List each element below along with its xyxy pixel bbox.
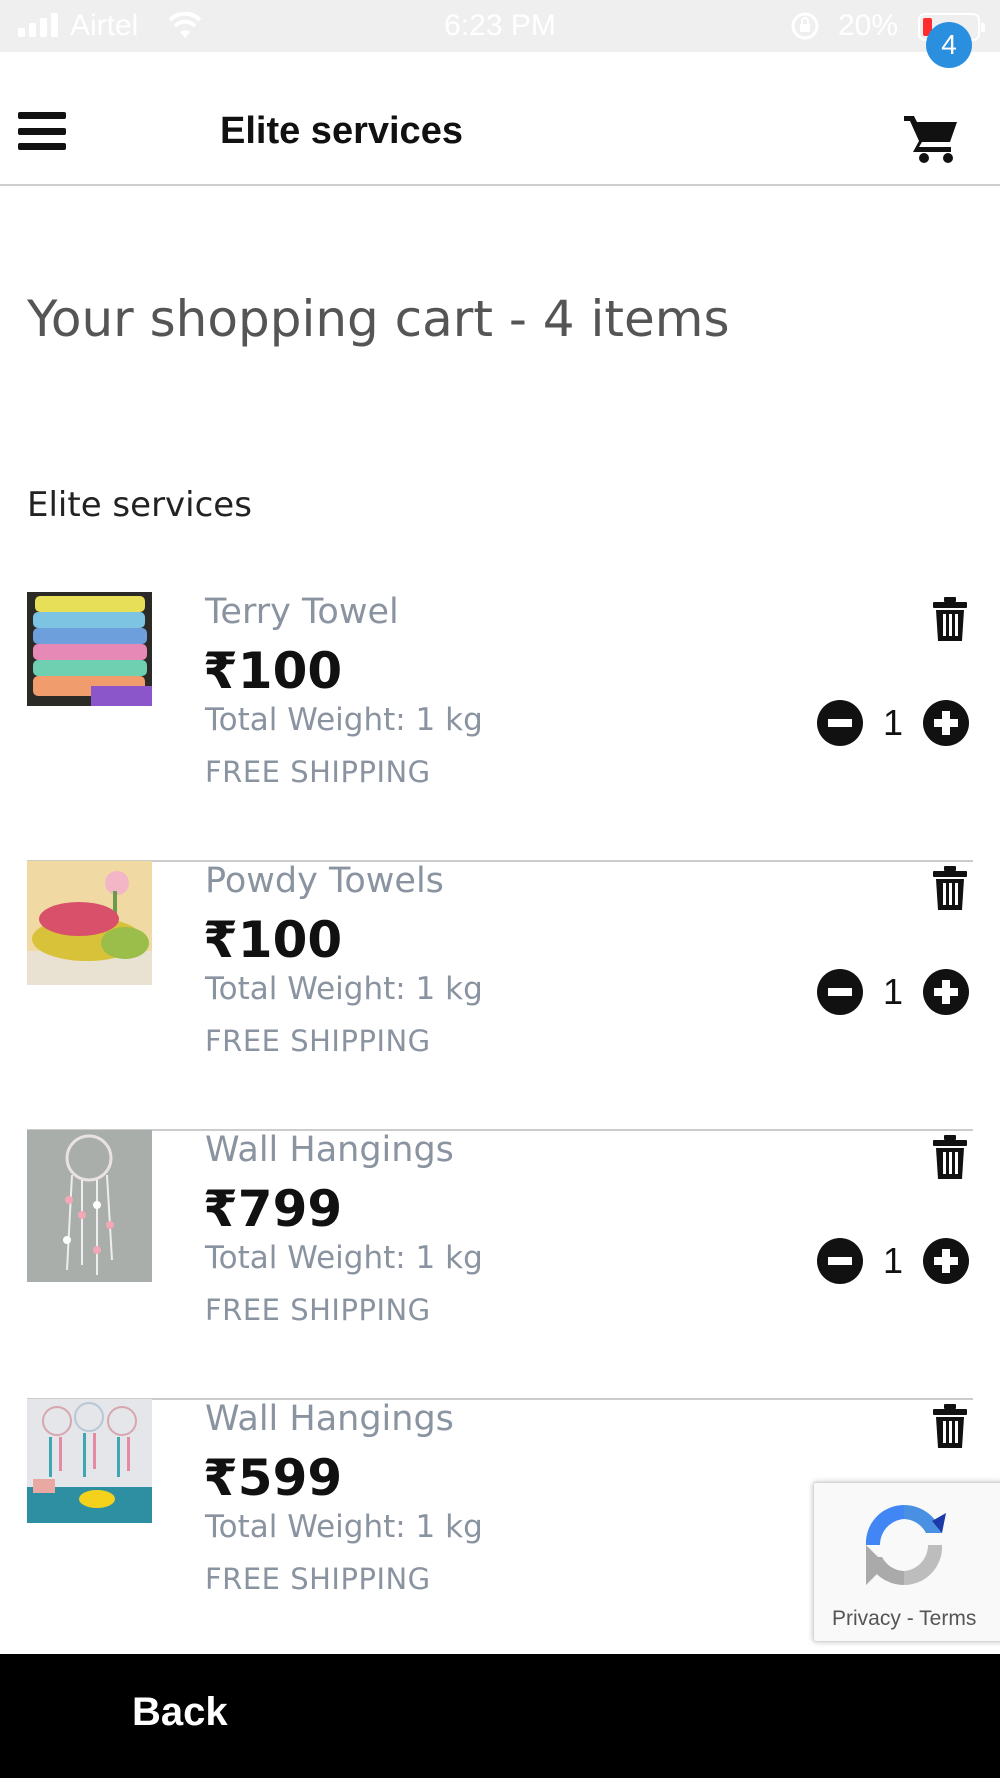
cart-page: Airtel 6:23 PM 20% Elite services 4 Your: [0, 0, 1000, 1778]
product-name[interactable]: Powdy Towels: [205, 861, 444, 901]
rotation-lock-icon: [791, 12, 819, 40]
status-bar: Airtel 6:23 PM 20%: [0, 0, 1000, 52]
store-name: Elite services: [27, 485, 252, 525]
product-price: ₹100: [203, 642, 343, 700]
shipping-label: FREE SHIPPING: [205, 1562, 431, 1596]
product-weight: Total Weight: 1 kg: [205, 702, 483, 738]
trash-icon[interactable]: [932, 597, 968, 643]
quantity-stepper: 1: [817, 698, 977, 748]
cart-heading: Your shopping cart - 4 items: [27, 290, 730, 348]
recaptcha-badge[interactable]: Privacy - Terms: [813, 1482, 1000, 1642]
product-weight: Total Weight: 1 kg: [205, 1509, 483, 1545]
product-image[interactable]: [27, 1399, 152, 1523]
bottom-bar: Back: [0, 1654, 1000, 1778]
quantity-value: 1: [882, 1240, 904, 1281]
shipping-label: FREE SHIPPING: [205, 1024, 431, 1058]
cart-count-badge[interactable]: 4: [926, 22, 972, 68]
minus-circle-icon[interactable]: [817, 969, 863, 1015]
product-price: ₹799: [203, 1180, 343, 1238]
link-separator: -: [900, 1607, 920, 1630]
trash-icon[interactable]: [932, 1404, 968, 1450]
product-weight: Total Weight: 1 kg: [205, 971, 483, 1007]
trash-icon[interactable]: [932, 866, 968, 912]
quantity-value: 1: [882, 702, 904, 743]
shipping-label: FREE SHIPPING: [205, 1293, 431, 1327]
hamburger-icon[interactable]: [18, 112, 66, 150]
product-image[interactable]: [27, 592, 152, 706]
shopping-cart-icon[interactable]: [902, 108, 962, 168]
product-name[interactable]: Wall Hangings: [205, 1399, 454, 1439]
product-weight: Total Weight: 1 kg: [205, 1240, 483, 1276]
product-price: ₹100: [203, 911, 343, 969]
trash-icon[interactable]: [932, 1135, 968, 1181]
page-title: Elite services: [220, 110, 463, 152]
terms-link[interactable]: Terms: [919, 1607, 976, 1630]
product-name[interactable]: Wall Hangings: [205, 1130, 454, 1170]
cart-item: Terry Towel ₹100 Total Weight: 1 kg FREE…: [27, 592, 973, 862]
plus-circle-icon[interactable]: [923, 700, 969, 746]
minus-circle-icon[interactable]: [817, 1238, 863, 1284]
app-header: Elite services: [0, 52, 1000, 186]
minus-circle-icon[interactable]: [817, 700, 863, 746]
product-image[interactable]: [27, 861, 152, 985]
plus-circle-icon[interactable]: [923, 969, 969, 1015]
quantity-stepper: 1: [817, 1236, 977, 1286]
product-name[interactable]: Terry Towel: [205, 592, 399, 632]
battery-percent: 20%: [838, 9, 899, 42]
quantity-value: 1: [882, 971, 904, 1012]
privacy-link[interactable]: Privacy: [832, 1607, 901, 1630]
product-image[interactable]: [27, 1130, 152, 1282]
cart-item: Powdy Towels ₹100 Total Weight: 1 kg FRE…: [27, 861, 973, 1131]
cart-item: Wall Hangings ₹799 Total Weight: 1 kg FR…: [27, 1130, 973, 1400]
back-button[interactable]: Back: [132, 1690, 228, 1735]
shipping-label: FREE SHIPPING: [205, 755, 431, 789]
recaptcha-links: Privacy - Terms: [814, 1607, 1000, 1631]
quantity-stepper: 1: [817, 967, 977, 1017]
plus-circle-icon[interactable]: [923, 1238, 969, 1284]
recaptcha-icon: [865, 1505, 946, 1585]
product-price: ₹599: [203, 1449, 343, 1507]
